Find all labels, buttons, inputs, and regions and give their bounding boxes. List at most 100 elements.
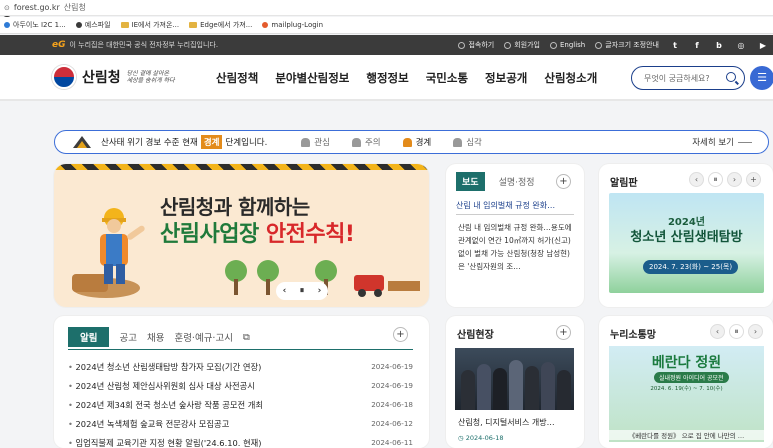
gov-banner-text: 이 누리집은 대한민국 공식 전자정부 누리집입니다. [69, 41, 219, 49]
siren-icon [453, 137, 463, 147]
siren-icon [402, 137, 412, 147]
bookmark-item[interactable]: 아두이노 I2C 1... [4, 20, 66, 30]
safety-banner[interactable]: 산림청과 함께하는 산림사업장 안전수칙! ‹ ⏸ › [54, 164, 429, 307]
tab-recruit[interactable]: 채용 [147, 330, 164, 344]
alert-level-caution: 주의 [351, 136, 381, 148]
list-item[interactable]: 2024년 제34회 전국 청소년 숲사랑 작품 공모전 개최 2024-06-1… [68, 395, 413, 414]
font-size-label: 글자크기 조정안내 [605, 41, 659, 49]
gov-banner: eG 이 누리집은 대한민국 공식 전자정부 누리집입니다. 접속하기 회원가입… [0, 35, 773, 55]
nav-item-communication[interactable]: 국민소통 [426, 70, 468, 86]
bookmark-folder[interactable]: IE에서 가져온... [120, 20, 179, 30]
nav-item-admin-info[interactable]: 행정정보 [366, 70, 408, 86]
bookmark-label: mailplug-Login [271, 21, 324, 29]
tab-correction[interactable]: 설명·정정 [493, 172, 541, 191]
login-label: 접속하기 [468, 41, 495, 49]
logo-name: 산림청 [82, 70, 121, 86]
field-more-button[interactable]: + [556, 325, 571, 340]
nav-item-disclosure[interactable]: 정보공개 [485, 70, 527, 86]
logo-slogan: 당신 곁에 살아온 세상을 숨쉬게 하다 [127, 70, 175, 84]
bookmark-icon [262, 22, 269, 28]
nav-item-about[interactable]: 산림청소개 [544, 70, 597, 86]
login-link[interactable]: 접속하기 [458, 40, 494, 50]
bookmark-label: 예스파일 [84, 21, 111, 29]
bookmark-item[interactable]: 예스파일 [75, 20, 111, 30]
slogan-line-2: 세상을 숨쉬게 하다 [126, 77, 175, 84]
notice-title: 2024년 청소년 산림생태탐방 참가자 모집(기간 연장) [68, 361, 262, 373]
nav-item-forest-info[interactable]: 분야별산림정보 [275, 70, 349, 86]
sns-pager: ‹ ⏸ › [710, 324, 763, 339]
notice-pause-button[interactable]: ⏸ [708, 172, 723, 187]
instagram-icon[interactable]: ◎ [735, 41, 747, 50]
twitter-icon[interactable]: t [669, 41, 681, 50]
nav-item-policy[interactable]: 산림정책 [216, 70, 258, 86]
notice-list-card: 알림 공고 채용 훈령·예규·고시 ⧉ + 2024년 청소년 산림생태탐방 참… [54, 316, 429, 448]
field-photo[interactable] [455, 348, 574, 410]
folder-icon [189, 22, 198, 28]
alert-level-serious: 심각 [453, 136, 482, 148]
level-label: 심각 [466, 138, 482, 148]
globe-icon [549, 41, 557, 49]
landslide-alert-bar: 산사태 위기 경보 수준 현재 경계 단계입니다. 관심 주의 경계 심각 자세… [54, 130, 769, 154]
poster-title: 청소년 산림생태탐방 [630, 230, 743, 245]
tab-notice[interactable]: 알림 [68, 327, 110, 347]
copy-icon: ⧉ [242, 331, 250, 343]
signup-icon [504, 41, 512, 49]
signup-link[interactable]: 회원가입 [504, 40, 540, 50]
banner-prev-button[interactable]: ‹ [283, 286, 287, 296]
level-label: 경계 [415, 138, 432, 148]
blog-icon[interactable]: b [713, 41, 725, 50]
search-icon[interactable] [726, 72, 736, 82]
press-more-button[interactable]: + [556, 174, 571, 189]
banner-next-button[interactable]: › [318, 286, 322, 296]
sns-poster[interactable]: 베란다 정원 실내정원 아이디어 공모전 2024. 6. 19(수) ~ 7.… [609, 346, 764, 442]
alert-more-link[interactable]: 자세히 보기 [692, 136, 752, 148]
notice-next-button[interactable]: › [727, 172, 742, 187]
press-headline[interactable]: 산림 내 임의벌채 규정 완화… [456, 200, 574, 215]
alert-levels: 관심 주의 경계 심각 [301, 136, 482, 148]
field-caption[interactable]: 산림청, 디지털서비스 개방… [458, 417, 555, 428]
list-item[interactable]: 2024년 청소년 산림생태탐방 참가자 모집(기간 연장) 2024-06-19 [68, 357, 413, 376]
tab-regulation[interactable]: 훈령·예규·고시 [174, 330, 232, 344]
tab-announcement[interactable]: 공고 [119, 330, 136, 344]
notice-title: 임업직불제 교육기관 지정 현황 알림('24.6.10. 현재) [68, 437, 262, 448]
english-label: English [559, 41, 586, 49]
notice-divider [68, 349, 413, 350]
site-info-icon[interactable]: ⊙ [4, 4, 10, 12]
youtube-icon[interactable]: ▶ [757, 41, 769, 50]
bookmark-label: Edge에서 가져... [200, 21, 253, 29]
press-release-card: 보도 설명·정정 + 산림 내 임의벌채 규정 완화… 산림 내 임의벌채 규정… [446, 164, 584, 307]
facebook-icon[interactable]: f [691, 41, 703, 50]
notice-prev-button[interactable]: ‹ [689, 172, 704, 187]
banner-pause-button[interactable]: ⏸ [300, 286, 305, 296]
sns-poster-title: 베란다 정원 [651, 355, 722, 371]
notice-date: 2024-06-12 [371, 419, 413, 428]
notice-date: 2024-06-19 [371, 362, 413, 371]
sns-prev-button[interactable]: ‹ [710, 324, 725, 339]
slogan-line-1: 당신 곁에 살아온 [126, 70, 170, 77]
sns-pause-button[interactable]: ⏸ [729, 324, 744, 339]
address-bar[interactable]: ⊙ forest.go.kr 산림청 [0, 0, 773, 16]
search-input[interactable]: 무엇이 궁금하세요? [631, 66, 745, 90]
sns-card: 누리소통망 ‹ ⏸ › 베란다 정원 실내정원 아이디어 공모전 2024. 6… [599, 316, 773, 448]
sns-next-button[interactable]: › [748, 324, 763, 339]
list-item[interactable]: 임업직불제 교육기관 지정 현황 알림('24.6.10. 현재) 2024-06… [68, 433, 413, 448]
field-title: 산림현장 [457, 330, 494, 341]
eco-tour-poster[interactable]: 2024년 청소년 산림생태탐방 2024. 7. 23(화) ~ 25(목) [609, 193, 764, 293]
font-size-link[interactable]: 글자크기 조정안내 [595, 40, 659, 50]
bookmark-item[interactable]: mailplug-Login [262, 21, 323, 29]
siren-icon [301, 137, 311, 147]
help-icon [595, 41, 603, 49]
url-text: forest.go.kr [13, 3, 60, 12]
list-item[interactable]: 2024년 산림청 제안심사위원회 심사 대상 사전공시 2024-06-19 [68, 376, 413, 395]
notice-more-button[interactable]: + [746, 172, 761, 187]
list-item[interactable]: 2024년 녹색체험 숲교육 전문강사 모집공고 2024-06-12 [68, 414, 413, 433]
english-link[interactable]: English [549, 41, 586, 49]
bookmark-folder[interactable]: Edge에서 가져... [189, 20, 252, 30]
site-logo[interactable]: 산림청 당신 곁에 살아온 세상을 숨쉬게 하다 [52, 65, 175, 89]
tab-press[interactable]: 보도 [456, 172, 485, 191]
sns-poster-sub: 실내정원 아이디어 공모전 [654, 372, 729, 383]
notice-list-more-button[interactable]: + [393, 327, 408, 342]
notice-title: 2024년 산림청 제안심사위원회 심사 대상 사전공시 [68, 380, 255, 392]
menu-button[interactable]: ☰ [750, 66, 773, 90]
taegeuk-emblem-icon [52, 65, 76, 89]
